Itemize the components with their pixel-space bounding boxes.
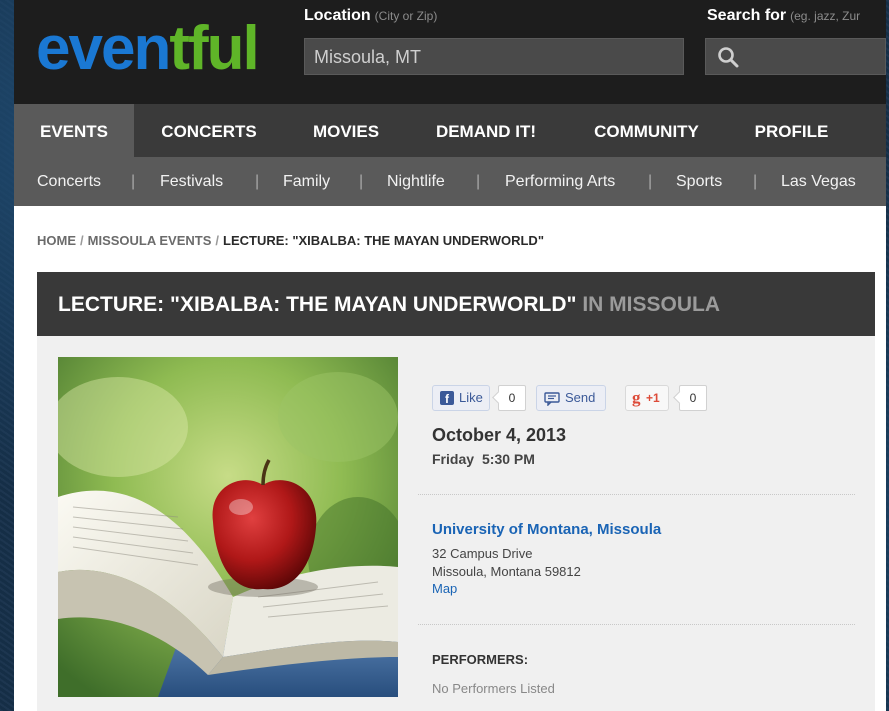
- gplus-label: +1: [646, 391, 660, 405]
- page-title: LECTURE: "XIBALBA: THE MAYAN UNDERWORLD"…: [58, 293, 720, 317]
- eventful-logo[interactable]: eventful: [36, 10, 260, 88]
- breadcrumb-home[interactable]: HOME: [37, 233, 76, 248]
- subnav-separator: |: [648, 173, 653, 190]
- subnav-nightlife[interactable]: Nightlife: [387, 157, 445, 206]
- subnav-las-vegas[interactable]: Las Vegas: [781, 157, 856, 206]
- site-header: eventful Location (City or Zip) Missoula,…: [14, 0, 886, 104]
- event-day: Friday: [432, 451, 475, 467]
- breadcrumb-separator: /: [80, 233, 84, 248]
- event-details-panel: f Like 0 Send g +1 0 October 4, 2013 Fri…: [37, 336, 875, 711]
- nav-movies[interactable]: MOVIES: [296, 104, 396, 157]
- facebook-send-button[interactable]: Send: [536, 385, 606, 411]
- send-label: Send: [565, 390, 596, 405]
- subnav-festivals[interactable]: Festivals: [160, 157, 223, 206]
- performers-heading: PERFORMERS:: [432, 652, 529, 667]
- nav-concerts[interactable]: CONCERTS: [144, 104, 274, 157]
- subnav-performing-arts[interactable]: Performing Arts: [505, 157, 615, 206]
- event-time: 5:30 PM: [482, 451, 535, 467]
- venue-address-line1: 32 Campus Drive: [432, 546, 533, 561]
- nav-events[interactable]: EVENTS: [14, 104, 134, 157]
- search-icon[interactable]: [716, 45, 740, 69]
- facebook-like-button[interactable]: f Like: [432, 385, 490, 411]
- subnav-separator: |: [476, 173, 481, 190]
- send-icon: [544, 392, 560, 406]
- location-input-value: Missoula, MT: [314, 47, 422, 67]
- gplus-count: 0: [679, 385, 707, 411]
- main-nav: EVENTS CONCERTS MOVIES DEMAND IT! COMMUN…: [14, 104, 886, 157]
- event-title-bar: LECTURE: "XIBALBA: THE MAYAN UNDERWORLD"…: [37, 272, 875, 336]
- category-nav: Concerts | Festivals | Family | Nightlif…: [14, 157, 886, 206]
- venue-address-line2: Missoula, Montana 59812: [432, 564, 581, 579]
- map-link[interactable]: Map: [432, 581, 457, 596]
- nav-profile[interactable]: PROFILE: [739, 104, 844, 157]
- breadcrumb-city[interactable]: MISSOULA EVENTS: [88, 233, 212, 248]
- logo-part-tful: tful: [169, 14, 259, 83]
- search-label: Search for (eg. jazz, Zur: [707, 7, 860, 25]
- location-input[interactable]: Missoula, MT: [304, 38, 684, 75]
- performers-value: No Performers Listed: [432, 681, 555, 696]
- breadcrumb: HOME / MISSOULA EVENTS / LECTURE: "XIBALBA: …: [37, 233, 544, 248]
- breadcrumb-current: LECTURE: "XIBALBA: THE MAYAN UNDERWORLD": [223, 233, 544, 248]
- nav-demand-it[interactable]: DEMAND IT!: [421, 104, 551, 157]
- subnav-separator: |: [255, 173, 260, 190]
- subnav-separator: |: [359, 173, 364, 190]
- event-date: October 4, 2013: [432, 425, 567, 445]
- divider: [418, 624, 855, 625]
- like-count: 0: [498, 385, 526, 411]
- event-title-location: IN MISSOULA: [582, 293, 720, 316]
- nav-community[interactable]: COMMUNITY: [579, 104, 714, 157]
- google-plus-icon: g: [632, 388, 641, 407]
- location-label: Location (City or Zip): [304, 7, 437, 25]
- event-day-time: Friday 5:30 PM: [432, 451, 535, 467]
- divider: [418, 494, 855, 495]
- event-info: f Like 0 Send g +1 0 October 4, 2013 Fri…: [418, 336, 855, 711]
- page: eventful Location (City or Zip) Missoula,…: [14, 0, 886, 711]
- venue-link[interactable]: University of Montana, Missoula: [432, 521, 661, 538]
- subnav-sports[interactable]: Sports: [676, 157, 722, 206]
- like-label: Like: [459, 390, 483, 405]
- search-label-text: Search for: [707, 7, 787, 24]
- subnav-family[interactable]: Family: [283, 157, 330, 206]
- event-title: LECTURE: "XIBALBA: THE MAYAN UNDERWORLD": [58, 293, 577, 316]
- search-input[interactable]: [705, 38, 886, 75]
- event-image[interactable]: [58, 357, 398, 697]
- location-hint: (City or Zip): [374, 9, 438, 23]
- search-hint: (eg. jazz, Zur: [790, 9, 861, 23]
- breadcrumb-separator: /: [215, 233, 220, 248]
- subnav-separator: |: [753, 173, 758, 190]
- subnav-separator: |: [131, 173, 136, 190]
- google-plus-button[interactable]: g +1: [625, 385, 669, 411]
- facebook-icon: f: [440, 391, 454, 406]
- location-label-text: Location: [304, 7, 371, 24]
- subnav-concerts[interactable]: Concerts: [37, 157, 101, 206]
- logo-part-even: even: [36, 14, 171, 83]
